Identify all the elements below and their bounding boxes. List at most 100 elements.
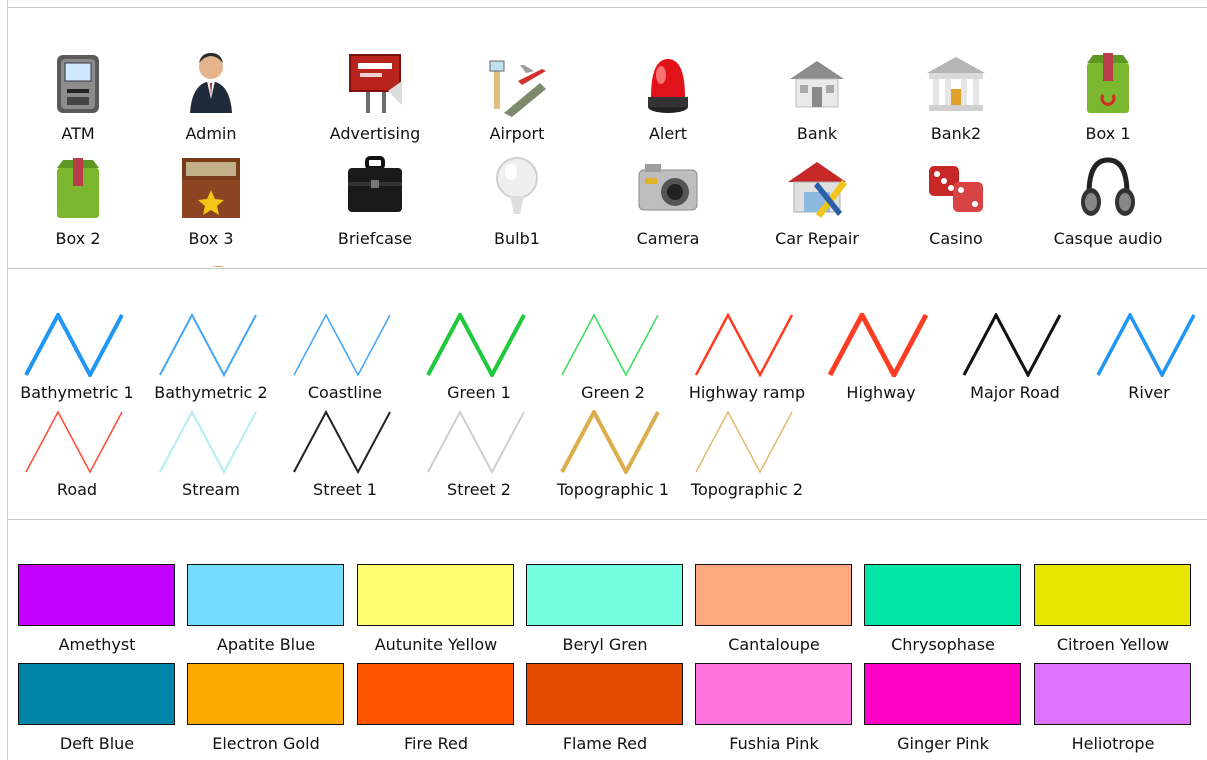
line-style-preview [427,410,525,474]
icon-item-bank2[interactable]: Bank2 [896,47,1016,152]
line-style-topographic-1[interactable]: Topographic 1 [546,410,680,506]
color-swatch [18,564,175,626]
icon-label: Box 2 [55,229,101,248]
casino-icon [921,152,991,222]
top-divider [7,7,1207,8]
line-style-green-1[interactable]: Green 1 [412,313,546,409]
line-style-road[interactable]: Road [10,410,144,506]
color-label: Heliotrope [1071,734,1155,753]
color-item-beryl-gren[interactable]: Beryl Gren [526,564,686,660]
color-label: Amethyst [58,635,136,654]
icon-item-camera[interactable]: Camera [608,152,728,257]
icon-item-atm[interactable]: ATM [18,47,138,152]
line-style-coastline[interactable]: Coastline [278,313,412,409]
color-item-electron-gold[interactable]: Electron Gold [187,663,347,759]
color-item-autunite-yellow[interactable]: Autunite Yellow [357,564,517,660]
icon-item-box2[interactable]: Box 2 [18,152,138,257]
line-style-label: Major Road [970,383,1060,402]
icon-label: Box 1 [1085,124,1131,143]
icon-label: Casque audio [1053,229,1163,248]
bank-icon [782,47,852,117]
icon-item-car-repair[interactable]: Car Repair [757,152,877,257]
line-style-stream[interactable]: Stream [144,410,278,506]
line-style-preview [159,410,257,474]
color-swatch [187,564,344,626]
color-item-chrysophase[interactable]: Chrysophase [864,564,1024,660]
icon-label: Car Repair [775,229,859,248]
color-item-heliotrope[interactable]: Heliotrope [1034,663,1194,759]
color-swatch [357,564,514,626]
line-style-label: Bathymetric 1 [20,383,134,402]
color-label: Fire Red [403,734,469,753]
color-item-fushia-pink[interactable]: Fushia Pink [695,663,855,759]
briefcase-icon [340,152,410,222]
icon-item-briefcase[interactable]: Briefcase [315,152,435,257]
icon-label: Advertising [329,124,421,143]
line-style-label: Stream [182,480,240,499]
color-item-deft-blue[interactable]: Deft Blue [18,663,178,759]
color-item-flame-red[interactable]: Flame Red [526,663,686,759]
icon-label: ATM [61,124,95,143]
line-style-street-1[interactable]: Street 1 [278,410,412,506]
box1-icon [1073,47,1143,117]
advertising-icon [340,47,410,117]
line-style-label: River [1128,383,1170,402]
line-style-highway[interactable]: Highway [814,313,948,409]
line-style-river[interactable]: River [1082,313,1207,409]
color-item-cantaloupe[interactable]: Cantaloupe [695,564,855,660]
color-swatch [357,663,514,725]
color-swatch [864,564,1021,626]
section-divider-1 [7,268,1207,269]
color-swatch [526,663,683,725]
color-label: Autunite Yellow [374,635,498,654]
line-style-highway-ramp[interactable]: Highway ramp [680,313,814,409]
line-style-stroke [695,410,793,474]
icon-item-airport[interactable]: Airport [457,47,577,152]
line-style-bathymetric-1[interactable]: Bathymetric 1 [10,313,144,409]
color-swatch [864,663,1021,725]
color-swatch [18,663,175,725]
icon-item-advertising[interactable]: Advertising [315,47,435,152]
line-style-stroke [427,410,525,474]
icon-item-admin[interactable]: Admin [151,47,271,152]
icon-label: Bank2 [930,124,982,143]
color-item-ginger-pink[interactable]: Ginger Pink [864,663,1024,759]
line-style-preview [560,410,660,474]
line-style-bathymetric-2[interactable]: Bathymetric 2 [144,313,278,409]
icon-item-alert[interactable]: Alert [608,47,728,152]
color-item-fire-red[interactable]: Fire Red [357,663,517,759]
icon-item-bank[interactable]: Bank [757,47,877,152]
color-label: Electron Gold [212,734,320,753]
icon-item-headphones[interactable]: Casque audio [1048,152,1168,257]
line-style-stroke [426,313,526,377]
icon-item-casino[interactable]: Casino [896,152,1016,257]
color-label: Deft Blue [59,734,135,753]
color-label: Citroen Yellow [1056,635,1170,654]
line-style-green-2[interactable]: Green 2 [546,313,680,409]
color-item-citroen-yellow[interactable]: Citroen Yellow [1034,564,1194,660]
color-item-apatite-blue[interactable]: Apatite Blue [187,564,347,660]
icon-item-box1[interactable]: Box 1 [1048,47,1168,152]
icon-item-bulb[interactable]: Bulb1 [457,152,577,257]
line-style-preview [828,313,929,377]
line-style-stroke [159,410,257,474]
icon-item-box3[interactable]: Box 3 [151,152,271,257]
atm-icon [43,47,113,117]
line-style-stroke [828,313,929,377]
line-style-label: Green 1 [447,383,511,402]
color-label: Cantaloupe [728,635,820,654]
line-style-street-2[interactable]: Street 2 [412,410,546,506]
line-style-topographic-2[interactable]: Topographic 2 [680,410,814,506]
headphones-icon [1073,152,1143,222]
line-style-preview [695,410,793,474]
line-style-label: Street 2 [447,480,511,499]
icon-label: Camera [636,229,700,248]
line-style-major-road[interactable]: Major Road [948,313,1082,409]
line-style-label: Street 1 [313,480,377,499]
color-item-amethyst[interactable]: Amethyst [18,564,178,660]
line-style-preview [1096,313,1196,377]
icon-label: Bulb1 [494,229,540,248]
line-style-label: Topographic 2 [690,480,804,499]
icon-label: Box 3 [188,229,234,248]
line-style-label: Coastline [307,383,383,402]
